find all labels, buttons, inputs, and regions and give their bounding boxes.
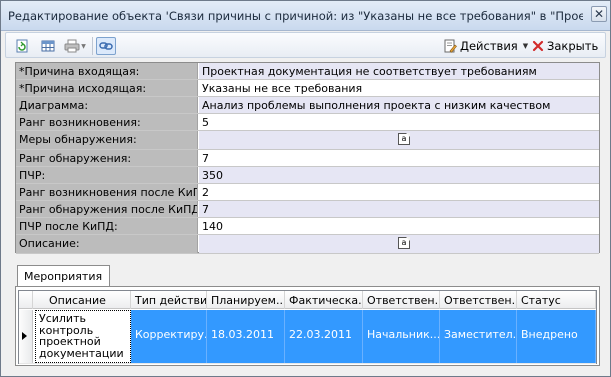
property-label: *Причина исходящая: [16,80,198,96]
memo-editor-icon[interactable]: a [398,133,410,145]
property-grid: *Причина входящая: Проектная документация… [15,62,600,254]
current-row-pointer-icon [22,332,27,340]
property-row: *Причина исходящая: Указаны не все требов… [16,80,599,97]
window-title: Редактирование объекта 'Связи причины с … [8,9,583,23]
actions-menu-button[interactable]: Действия ▼ [443,37,528,55]
table-cell[interactable]: Внедрено [517,310,596,363]
link-button[interactable] [96,37,116,55]
print-dropdown-icon: ▼ [81,42,86,50]
property-label: Меры обнаружения: [16,131,198,149]
property-row: ПЧР: 350 [16,167,599,184]
print-button[interactable]: ▼ [62,37,88,55]
table-cell[interactable]: Начальник... [363,310,440,363]
row-selector[interactable] [19,310,33,363]
property-row: Ранг обнаружения: 7 [16,150,599,167]
tab-strip: Мероприятия [15,263,600,287]
link-icon [99,42,113,50]
toolbar: ▼ Действия ▼ Закрыть [5,32,606,58]
document-edit-icon [444,39,457,53]
property-value-field[interactable]: 7 [199,150,599,166]
close-label: Закрыть [547,39,599,53]
property-row: ПЧР после КиПД: 140 [16,218,599,235]
property-value-field[interactable]: 140 [199,218,599,234]
property-row: Ранг обнаружения после КиПД: 7 [16,201,599,218]
table-row[interactable]: Усилить контроль проектной документации К… [19,310,596,363]
property-value-field[interactable]: Указаны не все требования [199,80,599,96]
property-row: Описание: a [16,235,599,254]
property-row: Ранг возникновения: 5 [16,114,599,131]
property-row: Меры обнаружения: a [16,131,599,150]
tab-measures[interactable]: Мероприятия [17,265,110,287]
column-header[interactable]: Ответствен... [363,291,440,309]
property-value-field[interactable]: a [199,131,599,149]
property-row: Ранг возникновения после КиПД: 2 [16,184,599,201]
property-label: ПЧР: [16,167,198,183]
property-label: Ранг обнаружения: [16,150,198,166]
property-label: Описание: [16,235,198,253]
close-button[interactable]: Закрыть [532,37,598,55]
table-cell[interactable]: 22.03.2011 [285,310,363,363]
grid-bottom-edge [19,363,596,364]
measures-panel: Описание Тип действия Планируем... Фактичес… [15,286,600,366]
property-label: Ранг возникновения после КиПД: [16,184,198,200]
memo-editor-icon[interactable]: a [398,237,410,249]
column-header[interactable]: Планируем... [207,291,285,309]
toolbar-separator [92,37,93,55]
refresh-icon [16,39,28,53]
property-label: *Причина входящая: [16,63,198,79]
property-row: *Причина входящая: Проектная документация… [16,63,599,80]
grid-corner [19,291,33,309]
column-header[interactable]: Описание [33,291,131,309]
table-cell[interactable]: Заместител... [440,310,517,363]
chevron-down-icon: ▼ [522,42,529,50]
property-value-field[interactable]: Анализ проблемы выполнения проекта с низ… [199,97,599,113]
edit-object-window: Редактирование объекта 'Связи причины с … [0,0,611,377]
table-view-button[interactable] [38,37,58,55]
property-value-field[interactable]: 2 [199,184,599,200]
column-header[interactable]: Ответствен... [440,291,517,309]
property-row: Диаграмма: Анализ проблемы выполнения про… [16,97,599,114]
table-cell[interactable]: 18.03.2011 [207,310,285,363]
property-value-field[interactable]: 5 [199,114,599,130]
property-label: Ранг обнаружения после КиПД: [16,201,198,217]
table-cell[interactable]: Усилить контроль проектной документации [35,310,131,363]
column-header[interactable]: Статус [517,291,596,309]
close-icon [532,40,544,52]
column-header[interactable]: Тип действия [131,291,207,309]
column-header[interactable]: Фактическа... [285,291,363,309]
measures-grid: Описание Тип действия Планируем... Фактичес… [18,290,597,364]
window-close-button[interactable]: ✕ [591,6,607,22]
table-cell[interactable]: Корректиру... [131,310,207,363]
property-label: Диаграмма: [16,97,198,113]
property-value-field[interactable]: Проектная документация не соответствует … [199,63,599,79]
property-label: Ранг возникновения: [16,114,198,130]
grid-header: Описание Тип действия Планируем... Фактичес… [19,291,596,309]
property-value-field[interactable]: 350 [199,167,599,183]
printer-icon [64,39,80,53]
refresh-button[interactable] [12,37,32,55]
table-icon [41,40,55,52]
property-label: ПЧР после КиПД: [16,218,198,234]
property-value-field[interactable]: 7 [199,201,599,217]
title-bar[interactable]: Редактирование объекта 'Связи причины с … [1,1,610,31]
actions-label: Действия [460,39,518,53]
property-value-field[interactable]: a [199,235,599,253]
